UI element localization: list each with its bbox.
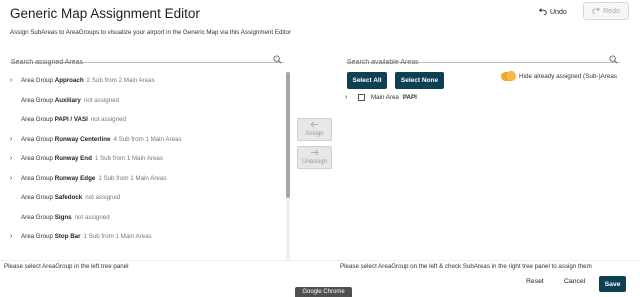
select-none-button[interactable]: Select None [395,72,444,89]
redo-icon [592,6,601,16]
dialog-title: Generic Map Assignment Editor [10,6,200,21]
tree-row-main-area-papi[interactable]: › Main Area PAPI [345,94,417,101]
tree-row-approach[interactable]: › Area Group Approach 2 Sub from 2 Main … [8,71,284,91]
chevron-right-icon[interactable]: › [8,155,21,162]
reset-button[interactable]: Reset [526,278,544,285]
assignment-editor-dialog: Generic Map Assignment Editor Assign Sub… [0,0,640,297]
tree-row-safedock[interactable]: Area Group Safedock not assigned [8,188,284,208]
assign-label: Assign [305,131,324,137]
browser-tooltip: Google Chrome [295,287,352,297]
tree-row-stop-bar[interactable]: › Area Group Stop Bar 1 Sub from 1 Main … [8,227,284,247]
undo-label: Undo [550,8,567,16]
tree-row-signs[interactable]: Area Group Signs not assigned [8,208,284,228]
area-checkbox[interactable] [358,94,365,101]
tree-row-auxiliary[interactable]: Area Group Auxiliary not assigned [8,91,284,111]
hide-assigned-label: Hide already assigned (Sub-)Areas [519,73,618,80]
available-search-input[interactable] [346,57,620,68]
dialog-subtitle: Assign SubAreas to AreaGroups to visuali… [10,29,291,36]
assigned-search-input[interactable] [10,57,284,68]
tree-row-runway-centerline[interactable]: › Area Group Runway Centerline 4 Sub fro… [8,130,284,150]
chevron-right-icon[interactable]: › [8,233,21,240]
undo-button[interactable]: Undo [539,7,567,17]
unassign-button[interactable]: Unassign [297,146,332,169]
tree-row-runway-edge[interactable]: › Area Group Runway Edge 1 Sub from 1 Ma… [8,169,284,189]
chevron-right-icon[interactable]: › [8,136,21,143]
undo-icon [539,7,547,17]
right-panel-hint: Please select AreaGroup on the left & ch… [340,263,592,270]
chevron-right-icon[interactable]: › [8,77,21,84]
redo-label: Redo [603,7,620,15]
tree-scrollbar-thumb[interactable] [286,72,290,198]
chevron-right-icon[interactable]: › [345,94,358,101]
search-icon [273,51,282,69]
search-icon [609,51,618,69]
arrow-right-icon [310,149,319,159]
hide-assigned-toggle[interactable] [501,71,516,81]
arrow-left-icon [310,121,319,131]
tree-row-papi-vasi[interactable]: Area Group PAPI / VASI not assigned [8,110,284,130]
tree-row-runway-end[interactable]: › Area Group Runway End 1 Sub from 1 Mai… [8,149,284,169]
assigned-search [10,51,284,68]
save-button[interactable]: Save [599,276,626,292]
assign-button[interactable]: Assign [297,118,332,141]
available-search [346,51,620,68]
chevron-right-icon[interactable]: › [8,175,21,182]
cancel-button[interactable]: Cancel [564,278,585,285]
left-panel-hint: Please select AreaGroup in the left tree… [4,263,129,270]
unassign-label: Unassign [301,159,327,165]
assigned-area-tree: › Area Group Approach 2 Sub from 2 Main … [8,71,284,261]
redo-button[interactable]: Redo [583,2,629,20]
select-all-button[interactable]: Select All [347,72,387,89]
